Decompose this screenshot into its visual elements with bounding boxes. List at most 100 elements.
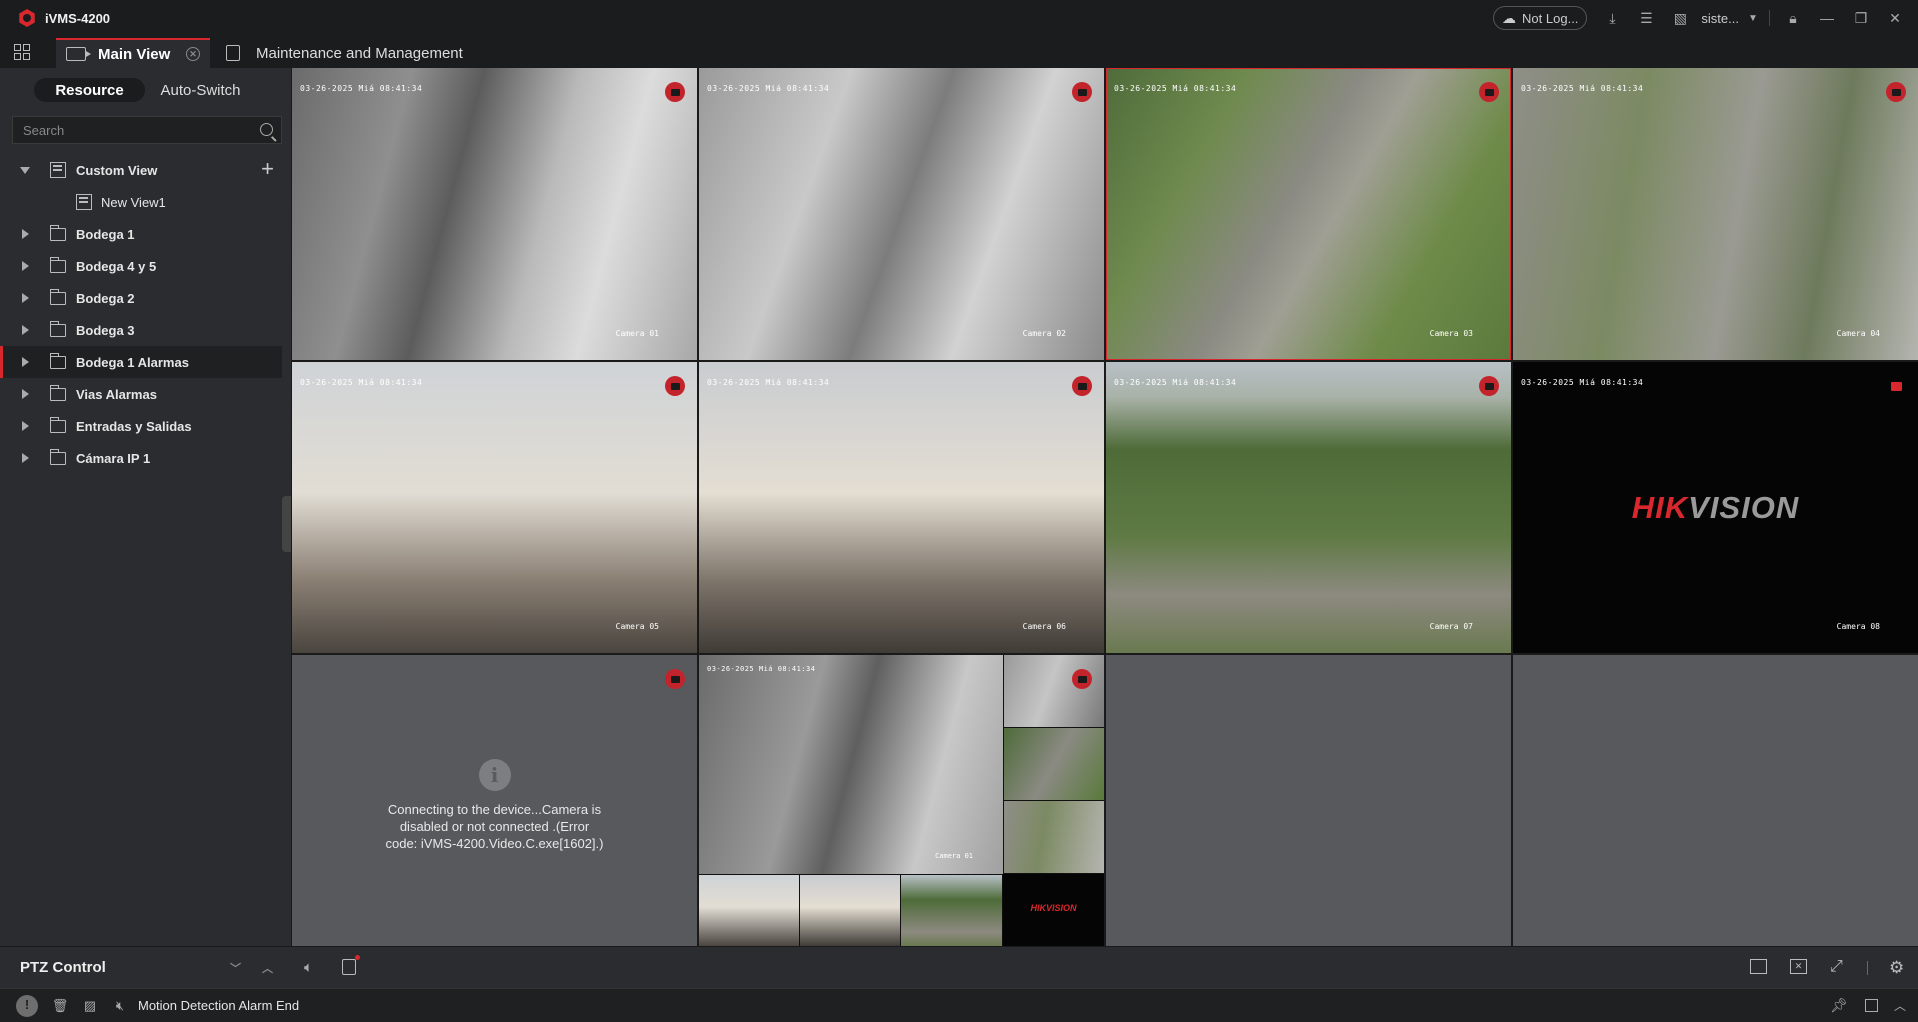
video-tile[interactable]: 03-26-2025 Miá 08:41:34 Camera 05 <box>292 362 697 653</box>
tab-close-icon[interactable]: ✕ <box>186 47 200 61</box>
tab-main-view-label: Main View <box>98 45 171 63</box>
video-tile[interactable]: 03-26-2025 Miá 08:41:34 Camera 06 <box>699 362 1104 653</box>
tree-node-group[interactable]: Bodega 1 <box>0 218 282 250</box>
record-icon[interactable] <box>1072 376 1092 396</box>
ptz-control-panel[interactable]: PTZ Control ﹀ ︿ <box>0 946 292 988</box>
video-timestamp: 03-26-2025 Miá 08:41:34 <box>1114 84 1237 93</box>
expand-arrow-icon[interactable] <box>22 325 29 335</box>
title-bar: iVMS-4200 ☁ Not Log... ⤓ ☰ ▧ siste... ▼ … <box>0 0 1918 36</box>
record-icon[interactable] <box>665 376 685 396</box>
image-icon[interactable]: ▧ <box>1663 0 1697 36</box>
close-icon[interactable]: ✕ <box>1878 0 1912 36</box>
sub-view <box>1004 801 1104 873</box>
restore-icon[interactable]: ❐ <box>1844 0 1878 36</box>
hikvision-logo: HIKVISION <box>1030 903 1077 913</box>
collapse-arrow-icon[interactable] <box>20 166 30 174</box>
cloud-login-button[interactable]: ☁ Not Log... <box>1493 6 1588 30</box>
record-icon[interactable] <box>1479 82 1499 102</box>
expand-arrow-icon[interactable] <box>22 421 29 431</box>
record-icon[interactable] <box>1886 82 1906 102</box>
add-view-icon[interactable]: + <box>261 156 274 182</box>
video-tile-error[interactable]: i Connecting to the device...Camera is d… <box>292 655 697 946</box>
tab-auto-switch[interactable]: Auto-Switch <box>145 78 256 102</box>
tree-node-group[interactable]: Vias Alarmas <box>0 378 282 410</box>
sub-view <box>901 875 1002 946</box>
chevron-up-icon[interactable]: ︿ <box>1894 997 1906 1014</box>
video-tile[interactable]: 03-26-2025 Miá 08:41:34 Camera 04 <box>1513 68 1918 360</box>
tree-node-group[interactable]: Cámara IP 1 <box>0 442 282 474</box>
tree-node-custom-view[interactable]: Custom View + <box>0 154 282 186</box>
video-timestamp: 03-26-2025 Miá 08:41:34 <box>1114 378 1237 387</box>
tree-node-label: Bodega 3 <box>76 322 135 338</box>
tree-node-label: Bodega 2 <box>76 290 135 306</box>
folder-icon <box>49 224 66 241</box>
tree-node-group-selected[interactable]: Bodega 1 Alarmas <box>0 346 282 378</box>
window-division-icon[interactable] <box>1750 959 1767 974</box>
folder-icon <box>49 416 66 433</box>
mute-icon[interactable]: 🔇︎ <box>112 998 128 1014</box>
close-all-windows-icon[interactable]: ✕ <box>1790 959 1807 974</box>
view-icon <box>50 162 66 178</box>
expand-arrow-icon[interactable] <box>22 293 29 303</box>
image-icon[interactable]: ▨ <box>82 998 98 1014</box>
tab-maintenance[interactable]: Maintenance and Management <box>226 38 463 68</box>
video-tile[interactable]: 03-26-2025 Miá 08:41:34 HIKVISION Camera… <box>1513 362 1918 653</box>
chevron-up-icon[interactable]: ︿ <box>262 960 273 976</box>
video-tile[interactable]: 03-26-2025 Miá 08:41:34 Camera 02 <box>699 68 1104 360</box>
tree-node-group[interactable]: Bodega 4 y 5 <box>0 250 282 282</box>
video-timestamp: 03-26-2025 Miá 08:41:34 <box>1521 84 1644 93</box>
tree-node-group[interactable]: Bodega 2 <box>0 282 282 314</box>
search-input[interactable]: Search <box>12 116 282 144</box>
record-icon[interactable] <box>1886 376 1906 396</box>
camera-name: Camera 03 <box>1429 329 1473 338</box>
expand-arrow-icon[interactable] <box>22 357 29 367</box>
volume-icon[interactable]: 🔈︎ <box>304 959 322 977</box>
tree-node-new-view[interactable]: New View1 <box>0 186 282 218</box>
expand-arrow-icon[interactable] <box>22 229 29 239</box>
settings-gear-icon[interactable]: ⚙ <box>1889 959 1907 977</box>
video-tile-empty[interactable] <box>1106 655 1511 946</box>
video-tile[interactable]: 03-26-2025 Miá 08:41:34 Camera 01 <box>292 68 697 360</box>
tab-resource[interactable]: Resource <box>34 78 145 102</box>
tree-node-group[interactable]: Bodega 3 <box>0 314 282 346</box>
tree-node-group[interactable]: Entradas y Salidas <box>0 410 282 442</box>
video-tile-empty[interactable] <box>1513 655 1918 946</box>
video-tile-multiview[interactable]: 03-26-2025 Miá 08:41:34 Camera 01 HIKVIS… <box>699 655 1104 946</box>
fullscreen-icon[interactable]: ⤢ <box>1830 959 1848 977</box>
expand-arrow-icon[interactable] <box>22 389 29 399</box>
record-icon[interactable] <box>665 82 685 102</box>
expand-arrow-icon[interactable] <box>22 453 29 463</box>
download-icon[interactable]: ⤓ <box>1595 0 1629 36</box>
expand-arrow-icon[interactable] <box>22 261 29 271</box>
trash-icon[interactable]: 🗑︎ <box>52 998 69 1014</box>
task-list-icon[interactable]: ☰ <box>1629 0 1663 36</box>
maintenance-icon <box>226 45 240 61</box>
video-tile-selected[interactable]: 03-26-2025 Miá 08:41:34 Camera 03 <box>1106 68 1511 360</box>
record-indicator <box>355 955 360 960</box>
maximize-panel-icon[interactable] <box>1865 999 1878 1012</box>
minimize-icon[interactable]: — <box>1810 0 1844 36</box>
sub-view <box>1004 728 1104 800</box>
pin-icon[interactable]: 📌︎ <box>1830 997 1848 1014</box>
chevron-down-icon[interactable]: ▼ <box>1743 0 1763 36</box>
camera-name: Camera 05 <box>615 622 659 631</box>
sub-view: HIKVISION <box>1003 874 1104 946</box>
lock-icon[interactable]: 🔒︎ <box>1776 0 1810 36</box>
sidebar-collapse-handle[interactable] <box>282 496 291 552</box>
divider <box>1769 10 1770 26</box>
record-icon[interactable] <box>1479 376 1499 396</box>
search-icon[interactable] <box>260 123 273 136</box>
record-icon[interactable] <box>665 669 685 689</box>
alarm-warning-icon[interactable] <box>16 994 38 1017</box>
tab-main-view[interactable]: Main View ✕ <box>56 38 210 68</box>
video-tile[interactable]: 03-26-2025 Miá 08:41:34 Camera 07 <box>1106 362 1511 653</box>
chevron-down-icon[interactable]: ﹀ <box>230 960 241 976</box>
user-menu[interactable]: siste... <box>1697 11 1743 26</box>
tree-node-label: Bodega 4 y 5 <box>76 258 157 274</box>
record-icon[interactable] <box>1072 669 1092 689</box>
record-icon[interactable] <box>1072 82 1092 102</box>
view-toolbar: 🔈︎ ✕ ⤢ ⚙ <box>292 946 1918 988</box>
module-grid-icon[interactable] <box>0 36 44 68</box>
tree-node-label: New View1 <box>101 194 166 210</box>
record-all-icon[interactable] <box>342 955 360 975</box>
